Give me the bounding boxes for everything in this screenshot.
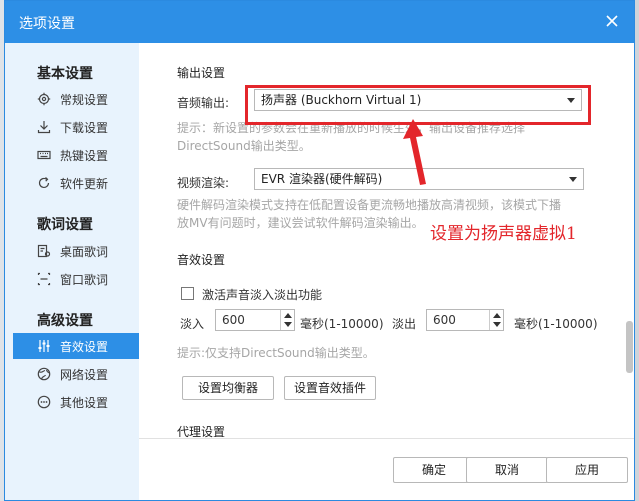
options-dialog: 选项设置 基本设置 常规设置 下载设置 热键设置 软件更新 歌词设置 桌面歌词 … [4, 0, 635, 501]
sidebar-item-label: 窗口歌词 [60, 272, 109, 287]
stepper-up-icon[interactable] [284, 313, 292, 318]
fade-in-stepper[interactable]: 600 [215, 309, 295, 331]
sidebar-item-update[interactable]: 软件更新 [13, 170, 139, 196]
refresh-icon [37, 176, 51, 190]
sidebar-item-label: 下载设置 [60, 120, 109, 135]
sidebar-item-label: 软件更新 [60, 176, 109, 191]
footer-divider [139, 438, 634, 439]
cancel-button[interactable]: 取消 [466, 457, 548, 483]
fade-checkbox[interactable] [181, 287, 194, 300]
window-title: 选项设置 [19, 16, 75, 32]
stepper-down-icon[interactable] [284, 322, 292, 327]
fade-out-unit: 毫秒(1-10000) [514, 317, 598, 331]
sidebar-item-label: 其他设置 [60, 395, 109, 410]
more-icon [37, 395, 51, 409]
effects-hint: 提示:仅支持DirectSound输出类型。 [177, 346, 375, 360]
sidebar-group-basic: 基本设置 [37, 66, 93, 82]
keyboard-icon [37, 148, 51, 162]
equalizer-button[interactable]: 设置均衡器 [182, 376, 274, 400]
window-lyrics-icon [37, 272, 51, 286]
effects-plugin-button[interactable]: 设置音效插件 [284, 376, 376, 400]
sidebar: 基本设置 常规设置 下载设置 热键设置 软件更新 歌词设置 桌面歌词 窗口歌词 … [5, 43, 139, 500]
sidebar-group-lyrics: 歌词设置 [37, 217, 93, 233]
sidebar-item-download[interactable]: 下载设置 [13, 114, 139, 140]
stepper-buttons[interactable] [280, 310, 294, 330]
video-render-label: 视频渲染: [177, 176, 230, 190]
sidebar-item-window-lyrics[interactable]: 窗口歌词 [13, 266, 139, 292]
sidebar-item-sound-effects[interactable]: 音效设置 [13, 333, 139, 359]
background-app-right [635, 0, 639, 501]
equalizer-icon [37, 339, 51, 353]
sidebar-item-label: 桌面歌词 [60, 244, 109, 259]
sidebar-item-label: 常规设置 [60, 92, 109, 107]
annotation-text: 设置为扬声器虚拟1 [430, 224, 577, 244]
download-icon [37, 120, 51, 134]
fade-in-value: 600 [222, 313, 245, 327]
settings-gear-icon [37, 92, 51, 106]
sidebar-group-advanced: 高级设置 [37, 313, 93, 329]
video-render-value: EVR 渲染器(硬件解码) [261, 172, 383, 186]
close-icon[interactable] [604, 13, 620, 29]
scrollbar-thumb[interactable] [626, 321, 633, 373]
proxy-section-title: 代理设置 [177, 425, 226, 438]
sidebar-item-label: 网络设置 [60, 367, 109, 382]
sidebar-item-network[interactable]: 网络设置 [13, 361, 139, 387]
desktop-lyrics-icon [37, 244, 51, 258]
effects-section-title: 音效设置 [177, 253, 226, 267]
sidebar-item-other[interactable]: 其他设置 [13, 389, 139, 415]
dropdown-arrow-icon [569, 177, 577, 182]
fade-in-unit: 毫秒(1-10000) [300, 317, 384, 331]
ok-button[interactable]: 确定 [393, 457, 475, 483]
title-bar: 选项设置 [5, 1, 634, 43]
sidebar-item-hotkey[interactable]: 热键设置 [13, 142, 139, 168]
audio-output-label: 音频输出: [177, 96, 230, 110]
fade-out-stepper[interactable]: 600 [426, 309, 504, 331]
globe-icon [37, 367, 51, 381]
sidebar-item-desktop-lyrics[interactable]: 桌面歌词 [13, 238, 139, 264]
sidebar-item-label: 热键设置 [60, 148, 109, 163]
fade-out-label: 淡出 [392, 317, 417, 331]
stepper-buttons[interactable] [489, 310, 503, 330]
content-scrollbar[interactable] [625, 43, 634, 438]
fade-in-label: 淡入 [180, 317, 205, 331]
stepper-down-icon[interactable] [493, 322, 501, 327]
output-section-title: 输出设置 [177, 66, 226, 80]
fade-out-value: 600 [433, 313, 456, 327]
fade-checkbox-label: 激活声音淡入淡出功能 [202, 288, 323, 302]
annotation-arrow [403, 119, 426, 185]
apply-button[interactable]: 应用 [546, 457, 628, 483]
sidebar-item-label: 音效设置 [60, 339, 109, 354]
stepper-up-icon[interactable] [493, 313, 501, 318]
sidebar-item-general[interactable]: 常规设置 [13, 86, 139, 112]
